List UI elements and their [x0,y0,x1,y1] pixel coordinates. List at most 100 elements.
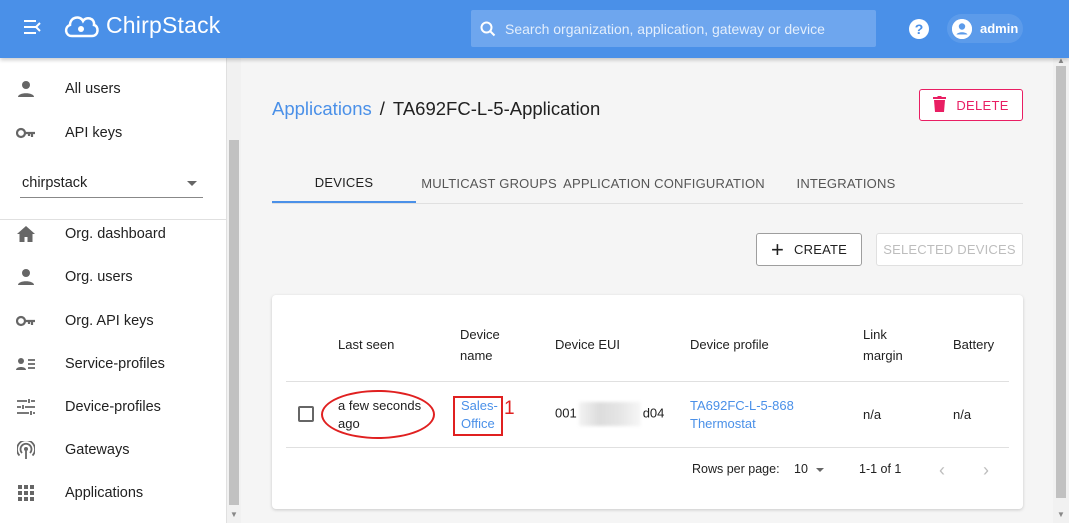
column-header-device-name[interactable]: Device name [460,324,500,366]
trash-icon [933,94,947,115]
scroll-down-arrow-icon[interactable]: ▼ [230,510,238,519]
next-page-icon[interactable]: › [974,458,998,482]
annotation-ellipse [321,390,435,439]
column-header-line: name [460,348,493,363]
chevron-down-icon [187,181,197,186]
page-scrollbar[interactable]: ▲ ▼ [1053,56,1069,523]
cell-line: TA692FC-L-5-868 [690,398,794,413]
account-icon [952,18,972,39]
devices-table-card: Last seen Device name Device EUI Device … [272,295,1023,509]
sidebar: All users API keys chirpstack Org. dashb… [0,58,227,523]
tab-integrations[interactable]: INTEGRATIONS [766,164,926,202]
create-device-button[interactable]: + CREATE [756,233,862,266]
breadcrumb: Applications / TA692FC-L-5-Application [272,98,600,120]
column-header-device-eui[interactable]: Device EUI [555,334,620,355]
app-bar: ChirpStack ? admin [0,0,1069,58]
sidebar-item-org-api-keys[interactable]: Org. API keys [0,302,227,340]
breadcrumb-applications-link[interactable]: Applications [272,98,372,119]
cell-device-profile[interactable]: TA692FC-L-5-868 Thermostat [690,397,794,433]
chevron-down-icon [815,467,824,472]
sidebar-scrollbar[interactable]: ▼ [227,58,241,523]
column-header-battery[interactable]: Battery [953,334,994,355]
cell-line: Thermostat [690,416,756,431]
sidebar-item-org-users[interactable]: Org. users [0,258,227,296]
column-header-line: margin [863,348,903,363]
row-select-checkbox[interactable] [298,406,314,422]
home-icon [16,224,36,244]
search-input[interactable] [505,10,876,47]
sidebar-scrollbar-thumb[interactable] [229,140,239,505]
key-icon [16,123,36,143]
device-profile-link[interactable]: TA692FC-L-5-868 Thermostat [690,397,794,433]
breadcrumb-separator: / [379,98,385,119]
tab-devices[interactable]: DEVICES [272,164,416,203]
menu-collapse-icon[interactable] [20,18,44,40]
account-details-icon [16,354,36,374]
person-icon [16,267,36,287]
column-header-last-seen[interactable]: Last seen [338,334,394,355]
organization-select[interactable]: chirpstack [20,168,203,198]
sidebar-item-org-dashboard[interactable]: Org. dashboard [0,215,227,253]
sidebar-item-service-profiles[interactable]: Service-profiles [0,345,227,383]
cell-device-eui: 001 d04 [555,402,664,426]
scroll-down-arrow-icon[interactable]: ▼ [1057,510,1065,519]
sidebar-item-label: Org. users [65,269,133,285]
cloud-logo-icon [64,16,99,38]
rows-per-page-label: Rows per page: [692,462,780,476]
rows-per-page-select[interactable]: 10 [794,462,824,476]
organization-select-value: chirpstack [22,175,88,191]
user-name: admin [980,21,1019,36]
search-box[interactable] [471,10,876,47]
column-header-line: Link [863,327,887,342]
person-icon [16,79,36,99]
previous-page-icon[interactable]: ‹ [930,458,954,482]
app-name: ChirpStack [106,11,221,38]
sidebar-item-api-keys[interactable]: API keys [0,114,227,152]
table-divider [286,447,1009,448]
sidebar-item-label: API keys [65,125,123,141]
redacted-region [578,402,641,426]
search-icon [471,21,505,37]
sidebar-item-all-users[interactable]: All users [0,70,227,108]
help-icon[interactable]: ? [909,19,929,39]
sidebar-item-applications[interactable]: Applications [0,474,227,512]
column-header-link-margin[interactable]: Link margin [863,324,903,366]
tune-icon [16,397,36,417]
eui-prefix: 001 [555,405,577,421]
delete-application-button[interactable]: DELETE [919,89,1023,121]
page-title: TA692FC-L-5-Application [392,98,601,119]
eui-suffix: d04 [642,405,665,421]
column-header-device-profile[interactable]: Device profile [690,334,769,355]
table-divider [286,381,1009,382]
annotation-number: 1 [504,398,515,419]
tab-multicast-groups[interactable]: MULTICAST GROUPS [416,164,562,202]
apps-icon [16,483,36,503]
user-menu-button[interactable]: admin [947,14,1023,43]
pagination-range: 1-1 of 1 [859,462,902,476]
radio-tower-icon [16,440,36,460]
application-tabs: DEVICES MULTICAST GROUPS APPLICATION CON… [272,164,1023,204]
plus-icon: + [770,236,785,262]
sidebar-item-label: Org. API keys [65,313,154,329]
tab-application-configuration[interactable]: APPLICATION CONFIGURATION [562,164,766,202]
sidebar-item-label: All users [65,81,121,97]
selected-devices-label: SELECTED DEVICES [883,242,1016,257]
sidebar-item-gateways[interactable]: Gateways [0,431,227,469]
annotation-box [453,396,503,436]
rows-per-page-value: 10 [794,462,808,476]
delete-label: DELETE [956,97,1009,113]
sidebar-item-label: Applications [65,485,144,501]
sidebar-item-label: Org. dashboard [65,226,166,242]
selected-devices-button: SELECTED DEVICES [876,233,1023,266]
page-scrollbar-thumb[interactable] [1056,66,1066,498]
cell-battery: n/a [953,407,972,422]
sidebar-item-label: Service-profiles [65,356,165,372]
sidebar-item-label: Gateways [65,442,130,458]
sidebar-item-label: Device-profiles [65,399,161,415]
column-header-line: Device [460,327,500,342]
create-label: CREATE [794,242,848,257]
sidebar-item-device-profiles[interactable]: Device-profiles [0,388,227,426]
key-icon [16,311,36,331]
cell-link-margin: n/a [863,407,882,422]
chirpstack-logo[interactable]: ChirpStack [62,10,220,40]
